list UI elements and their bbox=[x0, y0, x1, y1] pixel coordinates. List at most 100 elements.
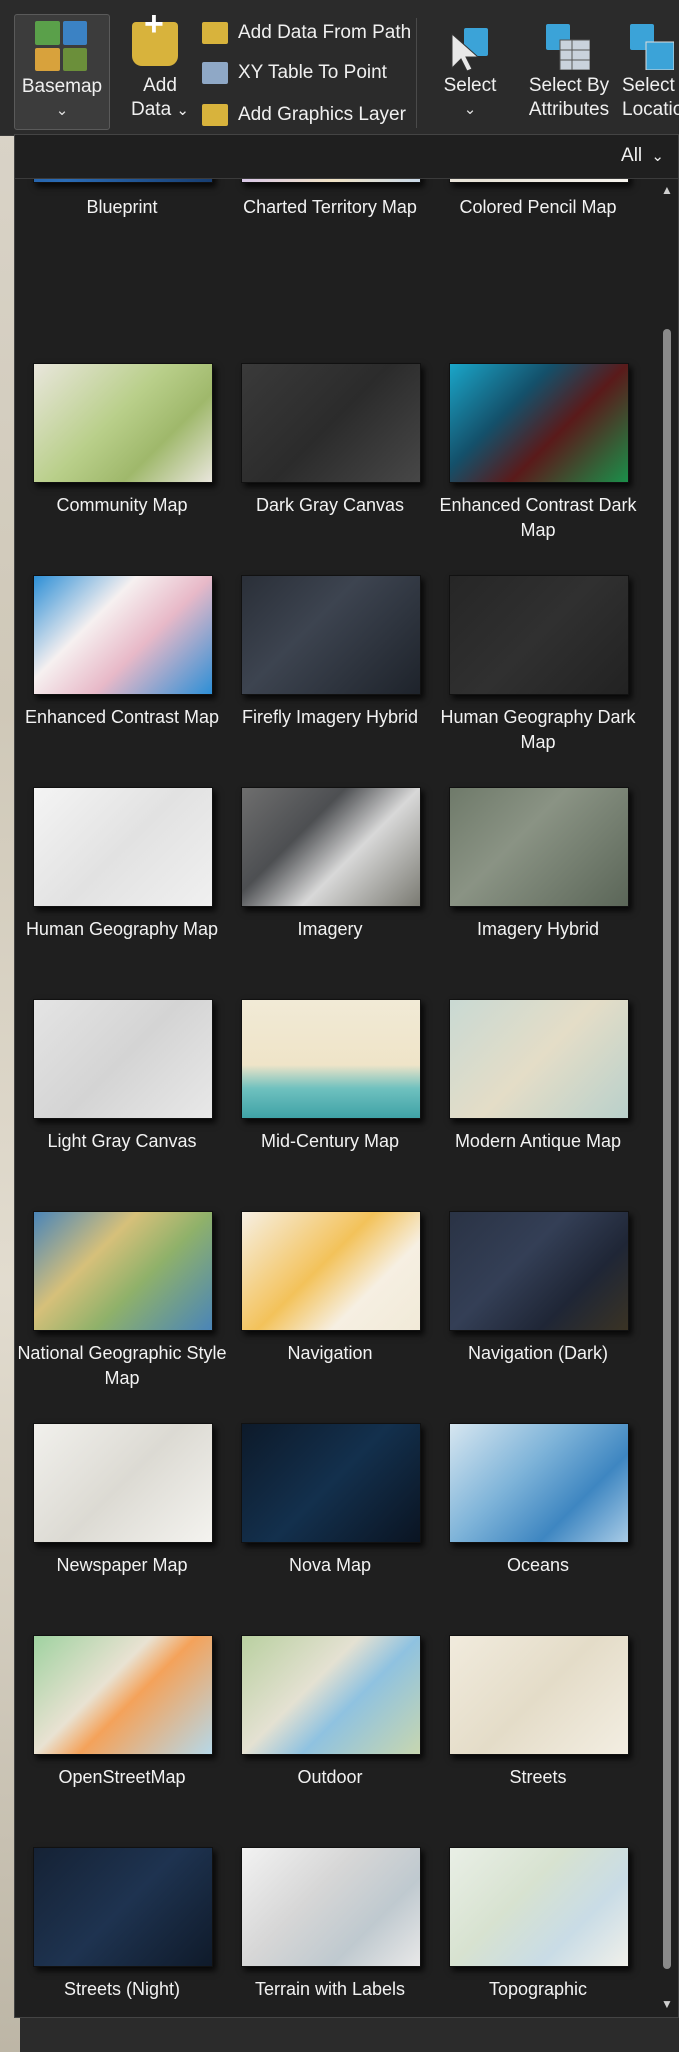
ribbon-separator bbox=[416, 18, 417, 128]
basemap-tile-label: Dark Gray Canvas bbox=[255, 495, 405, 515]
basemap-tile-label: Colored Pencil Map bbox=[459, 197, 617, 217]
basemap-thumbnail bbox=[241, 1211, 421, 1331]
basemap-tile[interactable]: Navigation (Dark) bbox=[431, 1211, 641, 1426]
basemap-tile[interactable]: Colored Pencil Map bbox=[431, 179, 641, 366]
basemap-grid: Blueprint Charted Territory Map Colored Pe… bbox=[15, 179, 655, 2019]
basemap-thumbnail bbox=[449, 1847, 629, 1967]
basemap-tile[interactable]: Topographic bbox=[431, 1847, 641, 2019]
basemap-tile[interactable]: Mid-Century Map bbox=[223, 999, 433, 1214]
basemap-thumbnail bbox=[449, 575, 629, 695]
select-by-location-icon bbox=[630, 24, 674, 70]
chevron-down-icon: ⌄ bbox=[176, 102, 189, 119]
select-by-attributes-label-2: Attributes bbox=[528, 99, 610, 120]
add-data-from-path-button[interactable]: Add Data From Path bbox=[202, 18, 411, 48]
path-icon bbox=[202, 22, 228, 44]
select-by-attributes-button[interactable]: Select By Attributes bbox=[514, 14, 624, 130]
basemap-thumbnail bbox=[241, 1847, 421, 1967]
basemap-thumbnail bbox=[241, 1635, 421, 1755]
select-by-location-label-2: Locatio bbox=[622, 99, 679, 120]
add-data-from-path-label: Add Data From Path bbox=[238, 22, 412, 43]
basemap-thumbnail bbox=[33, 1635, 213, 1755]
basemap-tile-label: Firefly Imagery Hybrid bbox=[241, 707, 419, 727]
basemap-tile[interactable]: Light Gray Canvas bbox=[15, 999, 225, 1214]
basemap-thumbnail bbox=[449, 179, 629, 183]
basemap-tile[interactable]: Enhanced Contrast Dark Map bbox=[431, 363, 641, 578]
basemap-tile[interactable]: Imagery bbox=[223, 787, 433, 1002]
basemap-tile[interactable]: Blueprint bbox=[15, 179, 225, 366]
basemap-tile-label: Topographic bbox=[488, 1979, 588, 1999]
select-button[interactable]: Select ⌄ bbox=[432, 14, 508, 130]
basemap-tile[interactable]: OpenStreetMap bbox=[15, 1635, 225, 1850]
basemap-tile[interactable]: Imagery Hybrid bbox=[431, 787, 641, 1002]
basemap-thumbnail bbox=[449, 1423, 629, 1543]
basemap-tile[interactable]: Nova Map bbox=[223, 1423, 433, 1638]
basemap-button[interactable]: Basemap ⌄ bbox=[14, 14, 110, 130]
basemap-tile-label: Newspaper Map bbox=[56, 1555, 188, 1575]
basemap-tile[interactable]: Streets bbox=[431, 1635, 641, 1850]
basemap-tile[interactable]: Human Geography Dark Map bbox=[431, 575, 641, 790]
chevron-down-icon: ⌄ bbox=[463, 101, 477, 118]
filter-dropdown[interactable]: All ⌄ bbox=[621, 145, 664, 167]
basemap-thumbnail bbox=[33, 787, 213, 907]
xy-table-to-point-label: XY Table To Point bbox=[238, 62, 387, 83]
select-by-attributes-icon bbox=[546, 24, 590, 70]
basemap-tile-label: Imagery Hybrid bbox=[476, 919, 600, 939]
basemap-tile-label: Charted Territory Map bbox=[243, 197, 417, 217]
xy-table-icon bbox=[202, 62, 228, 84]
basemap-tile-label: Imagery bbox=[297, 919, 363, 939]
basemap-thumbnail bbox=[33, 1211, 213, 1331]
basemap-thumbnail bbox=[33, 999, 213, 1119]
basemap-thumbnail bbox=[241, 999, 421, 1119]
scrollbar-thumb[interactable] bbox=[663, 329, 671, 1969]
basemap-icon bbox=[35, 21, 87, 71]
basemap-tile[interactable]: Modern Antique Map bbox=[431, 999, 641, 1214]
basemap-tile[interactable]: Dark Gray Canvas bbox=[223, 363, 433, 578]
basemap-thumbnail bbox=[449, 1635, 629, 1755]
basemap-thumbnail bbox=[449, 363, 629, 483]
basemap-tile[interactable]: Newspaper Map bbox=[15, 1423, 225, 1638]
basemap-tile[interactable]: Navigation bbox=[223, 1211, 433, 1426]
basemap-thumbnail bbox=[33, 1423, 213, 1543]
basemap-thumbnail bbox=[241, 1423, 421, 1543]
select-by-location-button[interactable]: Select B Locatio bbox=[622, 14, 679, 130]
add-data-button[interactable]: Add Data ⌄ bbox=[122, 12, 198, 130]
basemap-thumbnail bbox=[33, 179, 213, 183]
basemap-tile[interactable]: Human Geography Map bbox=[15, 787, 225, 1002]
basemap-thumbnail bbox=[33, 363, 213, 483]
basemap-thumbnail bbox=[241, 179, 421, 183]
basemap-thumbnail bbox=[449, 1211, 629, 1331]
basemap-tile-label: Enhanced Contrast Dark Map bbox=[439, 495, 637, 540]
basemap-tile[interactable]: National Geographic Style Map bbox=[15, 1211, 227, 1426]
basemap-tile[interactable]: Firefly Imagery Hybrid bbox=[223, 575, 433, 790]
basemap-tile[interactable]: Terrain with Labels bbox=[223, 1847, 433, 2019]
basemap-thumbnail bbox=[241, 787, 421, 907]
add-graphics-layer-button[interactable]: Add Graphics Layer bbox=[202, 100, 406, 130]
basemap-tile-label: Nova Map bbox=[288, 1555, 372, 1575]
basemap-tile-label: Human Geography Dark Map bbox=[440, 707, 636, 752]
basemap-tile[interactable]: Streets (Night) bbox=[15, 1847, 225, 2019]
basemap-tile[interactable]: Community Map bbox=[15, 363, 225, 578]
scroll-down-icon[interactable]: ▼ bbox=[660, 1997, 674, 2011]
select-cursor-icon bbox=[451, 28, 488, 72]
scroll-up-icon[interactable]: ▲ bbox=[660, 183, 674, 197]
add-graphics-layer-label: Add Graphics Layer bbox=[238, 104, 406, 125]
basemap-thumbnail bbox=[33, 575, 213, 695]
basemap-tile-label: Enhanced Contrast Map bbox=[24, 707, 220, 727]
basemap-thumbnail bbox=[241, 575, 421, 695]
basemap-tile-label: Outdoor bbox=[297, 1767, 363, 1787]
basemap-tile[interactable]: Outdoor bbox=[223, 1635, 433, 1850]
basemap-tile-label: OpenStreetMap bbox=[58, 1767, 186, 1787]
basemap-tile[interactable]: Charted Territory Map bbox=[223, 179, 433, 366]
xy-table-to-point-button[interactable]: XY Table To Point bbox=[202, 58, 387, 88]
basemap-tile[interactable]: Oceans bbox=[431, 1423, 641, 1638]
add-data-label-1: Add bbox=[143, 75, 177, 96]
basemap-tile-label: Light Gray Canvas bbox=[47, 1131, 197, 1151]
basemap-thumbnail bbox=[449, 787, 629, 907]
chevron-down-icon: ⌄ bbox=[55, 102, 69, 119]
add-data-label-2: Data bbox=[131, 99, 172, 120]
vertical-scrollbar[interactable]: ▲ ▼ bbox=[656, 179, 678, 2017]
basemap-tile[interactable]: Enhanced Contrast Map bbox=[15, 575, 225, 790]
ribbon-toolbar: Basemap ⌄ Add Data ⌄ Add Data From Path … bbox=[0, 0, 679, 136]
basemap-tile-label: Navigation (Dark) bbox=[467, 1343, 609, 1363]
chevron-down-icon: ⌄ bbox=[651, 148, 664, 165]
